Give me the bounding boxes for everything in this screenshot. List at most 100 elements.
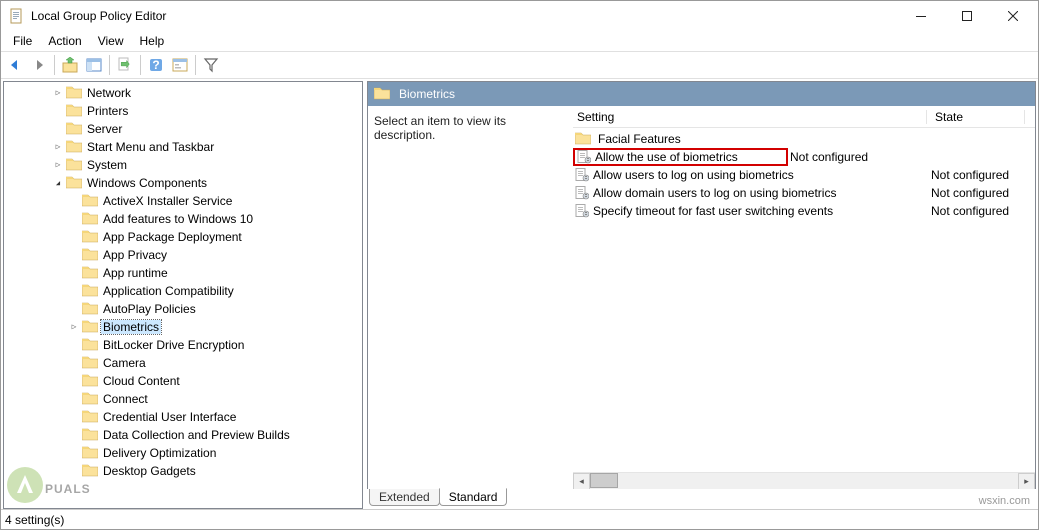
folder-icon (82, 373, 98, 389)
tree-item-network[interactable]: ▷Network (4, 84, 362, 102)
tree-item-label: Server (85, 122, 124, 136)
tree-item-delivery-optimization[interactable]: Delivery Optimization (4, 444, 362, 462)
folder-icon (66, 121, 82, 137)
tab-extended[interactable]: Extended (369, 489, 440, 506)
tree-item-credential-user-interface[interactable]: Credential User Interface (4, 408, 362, 426)
tree-item-app-runtime[interactable]: App runtime (4, 264, 362, 282)
col-setting[interactable]: Setting (573, 110, 927, 124)
tree-item-printers[interactable]: Printers (4, 102, 362, 120)
maximize-button[interactable] (944, 1, 990, 31)
content-header: Biometrics (368, 82, 1035, 106)
tree-item-data-collection-and-preview-builds[interactable]: Data Collection and Preview Builds (4, 426, 362, 444)
tree-item-server[interactable]: Server (4, 120, 362, 138)
tree-item-label: AutoPlay Policies (101, 302, 198, 316)
list-policy[interactable]: Allow the use of biometrics Not configure… (573, 148, 1035, 166)
list-policy[interactable]: Specify timeout for fast user switching … (573, 202, 1035, 220)
export-button[interactable] (114, 54, 136, 76)
menu-view[interactable]: View (90, 32, 132, 50)
svg-text:?: ? (152, 58, 159, 72)
content-tabs: Extended Standard (367, 489, 1036, 509)
folder-icon (66, 139, 82, 155)
back-button[interactable] (4, 54, 26, 76)
column-headers[interactable]: Setting State (573, 106, 1035, 128)
forward-button[interactable] (28, 54, 50, 76)
folder-icon (82, 445, 98, 461)
tree-item-label: Connect (101, 392, 150, 406)
list-folder[interactable]: Facial Features (573, 130, 1035, 148)
properties-button[interactable] (169, 54, 191, 76)
scroll-right-button[interactable]: ▸ (1018, 473, 1035, 490)
close-button[interactable] (990, 1, 1036, 31)
folder-icon (82, 211, 98, 227)
settings-list: Setting State Facial Features Allow the u… (573, 106, 1035, 489)
folder-icon (66, 175, 82, 191)
tree-item-biometrics[interactable]: ▷ Biometrics (4, 318, 362, 336)
window-controls (898, 1, 1036, 31)
tree-item-label: App Package Deployment (101, 230, 244, 244)
setting-label: Facial Features (598, 132, 681, 146)
tree-expander-icon[interactable]: ▷ (50, 89, 66, 97)
state-label: Not configured (788, 150, 1025, 164)
minimize-button[interactable] (898, 1, 944, 31)
tree-item-activex-installer-service[interactable]: ActiveX Installer Service (4, 192, 362, 210)
horizontal-scrollbar[interactable]: ◂ ▸ (573, 472, 1035, 489)
policy-icon (575, 204, 589, 218)
menu-action[interactable]: Action (40, 32, 89, 50)
filter-button[interactable] (200, 54, 222, 76)
tab-standard[interactable]: Standard (439, 488, 508, 506)
tree-item-application-compatibility[interactable]: Application Compatibility (4, 282, 362, 300)
window-title: Local Group Policy Editor (31, 9, 898, 23)
title-bar: Local Group Policy Editor (1, 1, 1038, 31)
tree-expander-icon[interactable]: ◢ (50, 180, 66, 187)
tree-item-label: Start Menu and Taskbar (85, 140, 216, 154)
help-button[interactable]: ? (145, 54, 167, 76)
list-policy[interactable]: Allow domain users to log on using biome… (573, 184, 1035, 202)
tree-item-app-package-deployment[interactable]: App Package Deployment (4, 228, 362, 246)
tree-item-add-features-to-windows-10[interactable]: Add features to Windows 10 (4, 210, 362, 228)
folder-icon (82, 265, 98, 281)
list-policy[interactable]: Allow users to log on using biometricsNo… (573, 166, 1035, 184)
policy-icon (575, 186, 589, 200)
folder-icon (66, 157, 82, 173)
tree-item-label: BitLocker Drive Encryption (101, 338, 246, 352)
state-label: Not configured (927, 186, 1025, 200)
col-state[interactable]: State (927, 110, 1025, 124)
tree-item-connect[interactable]: Connect (4, 390, 362, 408)
tree-item-label: Credential User Interface (101, 410, 238, 424)
scroll-left-button[interactable]: ◂ (573, 473, 590, 490)
content-title: Biometrics (399, 87, 455, 101)
tree-item-system[interactable]: ▷System (4, 156, 362, 174)
tree-item-app-privacy[interactable]: App Privacy (4, 246, 362, 264)
folder-icon (82, 355, 98, 371)
tree-expander-icon[interactable]: ▷ (50, 161, 66, 169)
tree-expander-icon[interactable]: ▷ (50, 143, 66, 151)
up-button[interactable] (59, 54, 81, 76)
tree-item-label: Biometrics (101, 320, 161, 334)
tree-item-desktop-gadgets[interactable]: Desktop Gadgets (4, 462, 362, 480)
folder-icon (66, 103, 82, 119)
folder-icon (82, 463, 98, 479)
status-text: 4 setting(s) (5, 513, 64, 527)
tree-item-bitlocker-drive-encryption[interactable]: BitLocker Drive Encryption (4, 336, 362, 354)
tree-item-start-menu-and-taskbar[interactable]: ▷ Start Menu and Taskbar (4, 138, 362, 156)
tree-item-camera[interactable]: Camera (4, 354, 362, 372)
setting-label: Allow the use of biometrics (595, 150, 738, 164)
show-hide-tree-button[interactable] (83, 54, 105, 76)
setting-label: Allow users to log on using biometrics (593, 168, 794, 182)
tree-item-autoplay-policies[interactable]: AutoPlay Policies (4, 300, 362, 318)
tree-item-cloud-content[interactable]: Cloud Content (4, 372, 362, 390)
content-panel: Biometrics Select an item to view its de… (367, 81, 1036, 509)
menu-help[interactable]: Help (132, 32, 173, 50)
tree-item-windows-components[interactable]: ◢Windows Components (4, 174, 362, 192)
app-icon (9, 8, 25, 24)
menu-file[interactable]: File (5, 32, 40, 50)
tree-item-label: App Privacy (101, 248, 169, 262)
tree-item-label: Printers (85, 104, 130, 118)
folder-icon (82, 409, 98, 425)
tree-panel[interactable]: ▷Network Printers Server ▷ Start Menu and Ta… (3, 81, 363, 509)
tree-item-label: Cloud Content (101, 374, 182, 388)
status-bar: 4 setting(s) (1, 509, 1038, 529)
tree-expander-icon[interactable]: ▷ (66, 323, 82, 331)
scroll-thumb[interactable] (590, 473, 618, 488)
folder-icon (82, 427, 98, 443)
